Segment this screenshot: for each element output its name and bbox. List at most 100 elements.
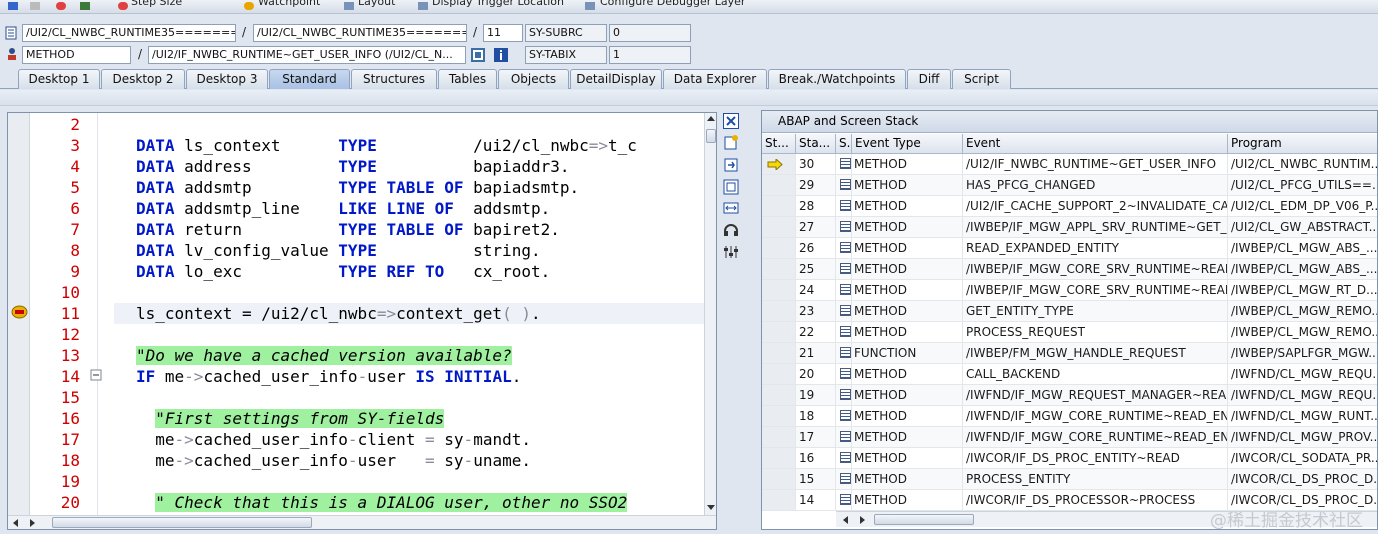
column-header-stack-level[interactable]: Sta...	[796, 134, 836, 154]
event-cell: /UI2/IF_NWBC_RUNTIME~GET_USER_INFO	[963, 154, 1228, 174]
collapse-block-icon[interactable]	[90, 369, 102, 381]
stop-icon[interactable]	[56, 2, 66, 10]
tab-standard[interactable]: Standard	[269, 69, 350, 89]
scroll-left-icon[interactable]	[842, 516, 850, 524]
stack-row[interactable]: 21 FUNCTION/IWBEP/FM_MGW_HANDLE_REQUEST/I…	[762, 343, 1377, 364]
run-icon[interactable]	[80, 2, 90, 10]
column-header-status[interactable]: St...	[762, 134, 796, 154]
save-icon[interactable]	[8, 2, 18, 10]
source-code-editor[interactable]: 2 3 4 5 6 7 8 9 10 11 12 13 14 15 16 17 18 19 20 DATA ls_c…	[7, 112, 717, 530]
code-line[interactable]: DATA lo_exc TYPE REF TO cx_root.	[136, 261, 550, 282]
code-line[interactable]: me->cached_user_info-user = sy-uname.	[136, 450, 531, 471]
maximize-icon[interactable]	[723, 179, 739, 195]
code-line[interactable]: DATA ls_context TYPE /ui2/cl_nwbc=>t_c	[136, 135, 637, 156]
scroll-up-icon[interactable]	[707, 115, 715, 123]
stack-row[interactable]: 28 METHOD/UI2/IF_CACHE_SUPPORT_2~INVALIDA…	[762, 196, 1377, 217]
stack-row[interactable]: 22 METHOD PROCESS_REQUEST/IWBEP/CL_MGW_REM…	[762, 322, 1377, 343]
configure-debugger-layer-button[interactable]: Configure Debugger Layer	[600, 0, 745, 8]
stack-row[interactable]: 19 METHOD/IWFND/IF_MGW_REQUEST_MANAGER~RE…	[762, 385, 1377, 406]
tab-structures[interactable]: Structures	[351, 69, 437, 89]
stack-row[interactable]: 29 METHOD HAS_PFCG_CHANGED/UI2/CL_PFCG_UTI…	[762, 175, 1377, 196]
scroll-down-icon[interactable]	[707, 503, 715, 511]
tab-data-explorer[interactable]: Data Explorer	[663, 69, 767, 89]
tab-detail-display[interactable]: DetailDisplay	[570, 69, 662, 89]
code-line[interactable]: DATA addsmtp TYPE TABLE OF bapiadsmtp.	[136, 177, 579, 198]
column-header-s[interactable]: S...	[836, 134, 852, 154]
display-trigger-location-button[interactable]: Display Trigger Location	[432, 0, 564, 8]
column-header-event-type[interactable]: Event Type	[852, 134, 963, 154]
info-icon[interactable]	[493, 47, 509, 63]
code-token: /ui2/cl_nwbc	[376, 136, 589, 155]
editor-vertical-scrollbar[interactable]	[704, 113, 716, 515]
stack-row[interactable]: 23 METHOD GET_ENTITY_TYPE/IWBEP/CL_MGW_REM…	[762, 301, 1377, 322]
line-field[interactable]: 11	[483, 24, 523, 42]
sy-tabix-value: 1	[609, 46, 691, 64]
code-line[interactable]: IF me->cached_user_info-user IS INITIAL.	[136, 366, 521, 387]
editor-horizontal-scrollbar[interactable]	[8, 515, 716, 529]
stack-level-cell: 27	[796, 217, 836, 237]
tab-script[interactable]: Script	[952, 69, 1011, 89]
document-icon[interactable]	[30, 2, 40, 10]
include-field[interactable]: /UI2/CL_NWBC_RUNTIME35=======	[253, 24, 467, 42]
code-line[interactable]: DATA address TYPE bapiaddr3.	[136, 156, 569, 177]
code-line[interactable]: DATA return TYPE TABLE OF bapiret2.	[136, 219, 560, 240]
stack-row[interactable]: 20 METHOD CALL_BACKEND/IWFND/CL_MGW_REQU..…	[762, 364, 1377, 385]
tab-desktop-2[interactable]: Desktop 2	[101, 69, 185, 89]
code-line[interactable]: me->cached_user_info-client = sy-mandt.	[136, 429, 531, 450]
scroll-thumb[interactable]	[706, 129, 716, 143]
event-field[interactable]: /UI2/IF_NWBC_RUNTIME~GET_USER_INFO (/UI2…	[148, 46, 466, 64]
scroll-left-icon[interactable]	[12, 519, 20, 527]
stack-row[interactable]: 24 METHOD/IWBEP/IF_MGW_CORE_SRV_RUNTIME~R…	[762, 280, 1377, 301]
settings-icon[interactable]	[723, 244, 739, 260]
replace-tool-icon[interactable]	[723, 157, 739, 173]
tab-tables[interactable]: Tables	[438, 69, 497, 89]
tab-objects[interactable]: Objects	[498, 69, 569, 89]
column-header-program[interactable]: Program	[1228, 134, 1377, 154]
close-icon[interactable]	[723, 113, 739, 129]
code-keyword: TYPE TABLE OF	[338, 220, 464, 239]
code-line[interactable]: "First settings from SY-fields	[136, 408, 445, 429]
stack-row[interactable]: 17 METHOD/IWFND/IF_MGW_CORE_RUNTIME~READ_…	[762, 427, 1377, 448]
code-line[interactable]: DATA lv_config_value TYPE string.	[136, 240, 541, 261]
code-line[interactable]: " Check that this is a DIALOG user, othe…	[136, 492, 628, 513]
stack-row[interactable]: 15 METHOD PROCESS_ENTITY/IWCOR/CL_DS_PROC_…	[762, 469, 1377, 490]
scroll-thumb[interactable]	[52, 517, 312, 528]
navigate-source-icon[interactable]	[470, 47, 486, 63]
program-cell: /IWCOR/CL_DS_PROC_D...	[1228, 469, 1377, 489]
column-header-event[interactable]: Event	[963, 134, 1228, 154]
status-cell	[762, 196, 796, 216]
scroll-right-icon[interactable]	[858, 516, 866, 524]
code-area[interactable]: DATA ls_context TYPE /ui2/cl_nwbc=>t_c DA…	[98, 113, 704, 515]
stack-row[interactable]: 26 METHOD READ_EXPANDED_ENTITY/IWBEP/CL_MG…	[762, 238, 1377, 259]
code-token: uname.	[473, 451, 531, 470]
tab-desktop-3[interactable]: Desktop 3	[186, 69, 268, 89]
code-line[interactable]: ls_context = /ui2/cl_nwbc=>context_get( …	[114, 303, 704, 324]
event-type-cell: METHOD	[838, 427, 963, 447]
stack-row[interactable]: 25 METHOD/IWBEP/IF_MGW_CORE_SRV_RUNTIME~R…	[762, 259, 1377, 280]
tab-desktop-1[interactable]: Desktop 1	[18, 69, 100, 89]
stack-level-cell: 25	[796, 259, 836, 279]
stack-row[interactable]: 16 METHOD/IWCOR/IF_DS_PROC_ENTITY~READ/IW…	[762, 448, 1377, 469]
stack-row[interactable]: 18 METHOD/IWFND/IF_MGW_CORE_RUNTIME~READ_…	[762, 406, 1377, 427]
code-line[interactable]: "Do we have a cached version available?	[136, 345, 512, 366]
event-type-cell: METHOD	[838, 259, 963, 279]
swap-tool-icon[interactable]	[723, 200, 739, 216]
scroll-right-icon[interactable]	[28, 519, 36, 527]
stack-row[interactable]: 30 METHOD/UI2/IF_NWBC_RUNTIME~GET_USER_IN…	[762, 154, 1377, 175]
services-icon[interactable]	[723, 222, 739, 238]
event-type-text: METHOD	[854, 451, 907, 465]
tab-diff[interactable]: Diff	[907, 69, 951, 89]
event-type-field[interactable]: METHOD	[22, 46, 131, 64]
code-line[interactable]: DATA addsmtp_line LIKE LINE OF addsmtp.	[136, 198, 550, 219]
program-field[interactable]: /UI2/CL_NWBC_RUNTIME35=======	[22, 24, 236, 42]
separator: /	[242, 25, 247, 39]
tab-break-watchpoints[interactable]: Break./Watchpoints	[768, 69, 906, 89]
step-size-button[interactable]: Step Size	[131, 0, 182, 8]
scroll-thumb[interactable]	[874, 514, 974, 525]
watchpoint-button[interactable]: Watchpoint	[258, 0, 320, 8]
stack-row[interactable]: 27 METHOD/IWBEP/IF_MGW_APPL_SRV_RUNTIME~G…	[762, 217, 1377, 238]
layout-button[interactable]: Layout	[358, 0, 395, 8]
stack-level-cell: 17	[796, 427, 836, 447]
new-tool-icon[interactable]	[723, 134, 739, 150]
code-keyword: IF	[136, 367, 156, 386]
